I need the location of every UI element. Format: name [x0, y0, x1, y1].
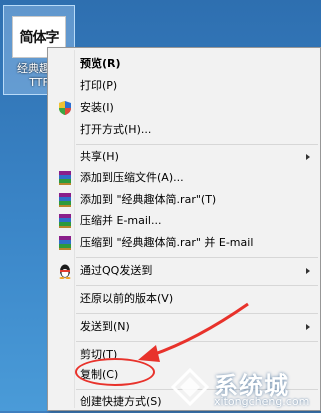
menu-item-share[interactable]: 共享(H) [50, 146, 318, 168]
menu-item-label: 通过QQ发送到 [80, 264, 153, 277]
menu-item-label: 发送到(N) [80, 320, 130, 333]
winrar-icon [59, 193, 71, 207]
menu-item-label: 压缩并 E-mail... [80, 214, 162, 227]
menu-item-add-archive[interactable]: 添加到压缩文件(A)... [50, 167, 318, 189]
menu-item-label: 压缩到 "经典趣体简.rar" 并 E-mail [80, 236, 254, 249]
menu-item-label: 添加到压缩文件(A)... [80, 171, 184, 184]
menu-item-label: 添加到 "经典趣体简.rar"(T) [80, 193, 217, 206]
winrar-icon [59, 171, 71, 185]
menu-item-open-with[interactable]: 打开方式(H)... [50, 119, 318, 141]
menu-item-print[interactable]: 打印(P) [50, 75, 318, 97]
shield-icon [59, 101, 71, 115]
menu-item-send-qq[interactable]: 通过QQ发送到 [50, 260, 318, 282]
watermark-url: xitongcheng.com [214, 395, 310, 408]
menu-item-install[interactable]: 安装(I) [50, 97, 318, 119]
font-preview-glyph: 简体字 [19, 30, 60, 46]
menu-item-label: 安装(I) [80, 101, 114, 114]
menu-item-label: 共享(H) [80, 150, 119, 163]
menu-item-label: 预览(R) [80, 57, 121, 70]
submenu-arrow-icon [306, 154, 310, 160]
watermark-logo-icon [170, 367, 210, 407]
menu-item-label: 打开方式(H)... [80, 123, 152, 136]
menu-separator [76, 257, 318, 258]
menu-item-label: 创建快捷方式(S) [80, 395, 162, 408]
menu-separator [76, 144, 318, 145]
menu-item-compress-email[interactable]: 压缩并 E-mail... [50, 210, 318, 232]
menu-separator [76, 285, 318, 286]
winrar-icon [59, 214, 71, 228]
qq-penguin-icon [59, 264, 71, 279]
annotation-arrow-icon [138, 302, 249, 362]
winrar-icon [59, 236, 71, 250]
menu-item-label: 打印(P) [80, 79, 118, 92]
site-watermark: 系统城 xitongcheng.com [170, 365, 320, 411]
menu-item-compress-rar-email[interactable]: 压缩到 "经典趣体简.rar" 并 E-mail [50, 232, 318, 254]
submenu-arrow-icon [306, 268, 310, 274]
menu-item-preview[interactable]: 预览(R) [50, 53, 318, 75]
submenu-arrow-icon [306, 324, 310, 330]
menu-item-add-to-rar[interactable]: 添加到 "经典趣体简.rar"(T) [50, 189, 318, 211]
